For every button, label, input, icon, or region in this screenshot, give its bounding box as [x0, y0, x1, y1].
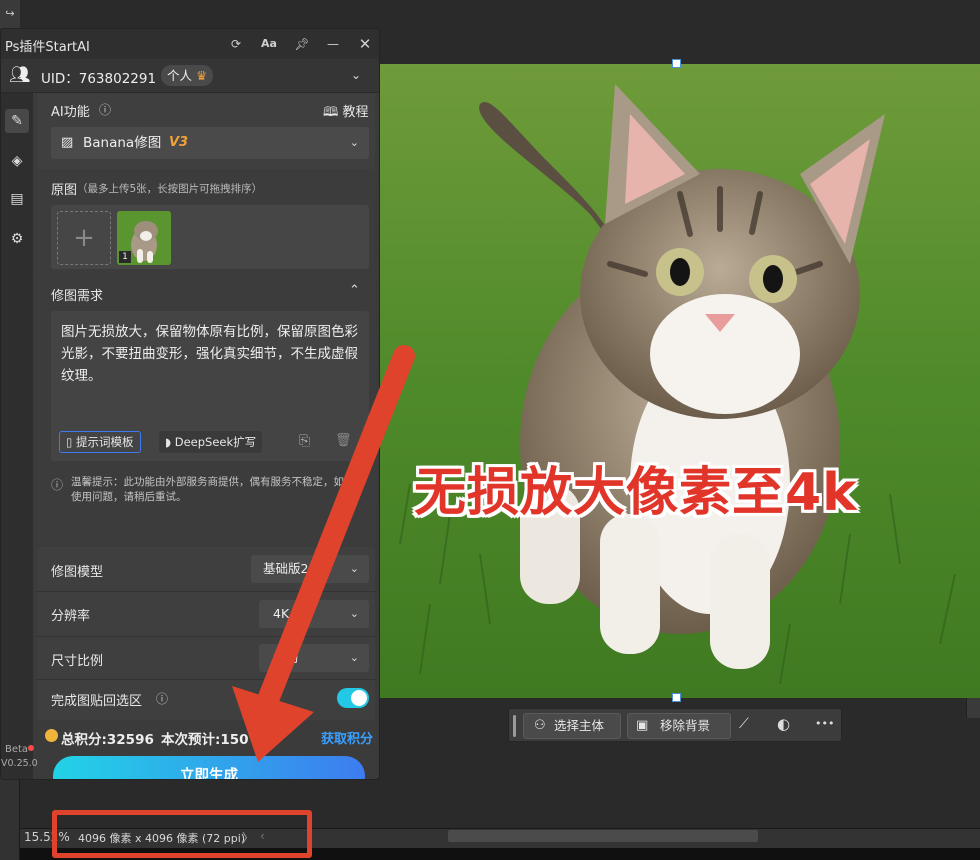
annotation-arrow	[232, 345, 415, 762]
